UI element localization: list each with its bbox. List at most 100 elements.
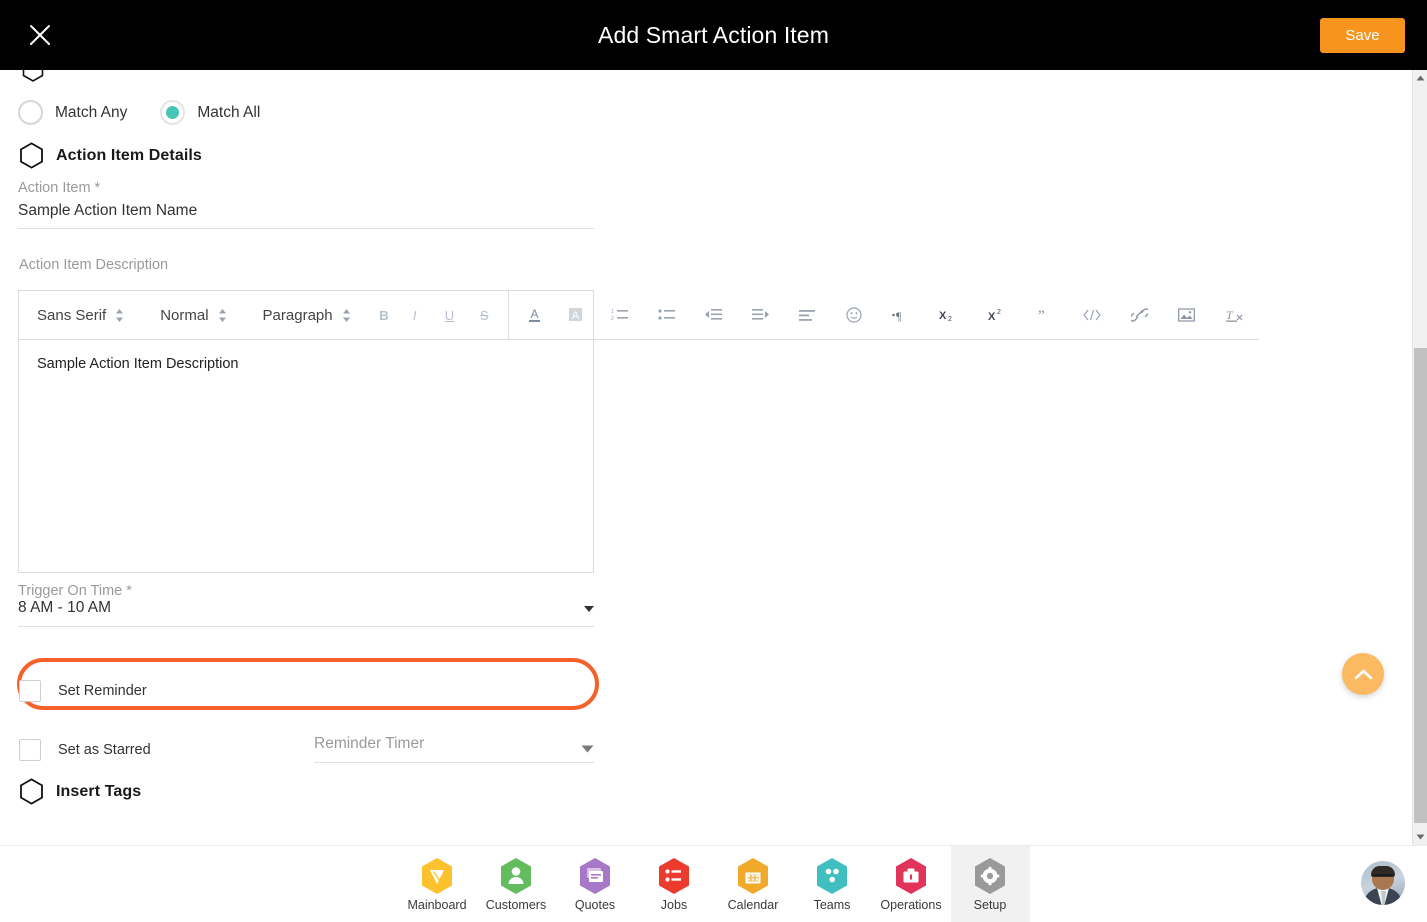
nav-label: Teams [813, 897, 851, 912]
link-icon[interactable] [1131, 302, 1149, 328]
set-reminder-label: Set Reminder [58, 683, 147, 699]
partial-row-above [0, 70, 1412, 82]
jobs-icon [657, 857, 691, 895]
image-icon[interactable] [1178, 302, 1195, 328]
action-item-label: Action Item * [18, 180, 101, 196]
nav-label: Jobs [660, 897, 688, 912]
nav-label: Setup [973, 897, 1007, 912]
action-item-description-editor: Sans Serif Normal Paragraph B I U S A A … [18, 290, 1259, 573]
form-scroll-area: Match Any Match All Action Item Details … [0, 70, 1412, 845]
match-mode-radio-group: Match Any Match All [18, 100, 293, 125]
emoji-icon[interactable] [846, 302, 862, 328]
text-color-icon[interactable]: A [526, 302, 543, 328]
radio-label-match-any: Match Any [55, 103, 128, 121]
operations-icon [894, 857, 928, 895]
radio-match-any[interactable]: Match Any [18, 100, 127, 125]
scroll-down-arrow-icon[interactable] [1413, 829, 1427, 845]
nav-item-quotes[interactable]: Quotes [556, 846, 635, 922]
scroll-to-top-button[interactable] [1342, 653, 1384, 695]
section-title: Action Item Details [56, 146, 202, 164]
editor-toolbar: Sans Serif Normal Paragraph B I U S A A … [19, 290, 1259, 340]
nav-label: Calendar [727, 897, 779, 912]
teams-icon [815, 857, 849, 895]
svg-text:A: A [572, 310, 580, 322]
svg-text:X: X [988, 311, 996, 322]
field-underline [18, 228, 594, 229]
save-button[interactable]: Save [1320, 18, 1405, 53]
vertical-scrollbar[interactable] [1412, 70, 1427, 845]
italic-icon[interactable]: I [409, 302, 420, 328]
field-underline [18, 626, 594, 627]
reminder-timer-placeholder: Reminder Timer [314, 735, 425, 752]
nav-label: Operations [880, 897, 942, 912]
section-insert-tags: Insert Tags [19, 778, 141, 805]
text-direction-icon[interactable]: ¶ [892, 302, 909, 328]
nav-item-customers[interactable]: Customers [477, 846, 556, 922]
avatar[interactable] [1361, 861, 1405, 905]
nav-item-jobs[interactable]: Jobs [635, 846, 714, 922]
svg-text:2: 2 [997, 309, 1001, 316]
editor-font-size-select[interactable]: Normal [160, 307, 226, 324]
customers-icon [499, 857, 533, 895]
svg-text:A: A [531, 307, 539, 321]
action-item-description-label: Action Item Description [19, 257, 169, 273]
nav-items-container: Mainboard Customers Quotes Jobs Calendar Team… [398, 845, 1030, 922]
radio-label-match-all: Match All [197, 103, 261, 121]
nav-item-operations[interactable]: Operations [872, 846, 951, 922]
underline-icon[interactable]: U [444, 302, 455, 328]
svg-text:2: 2 [611, 316, 614, 322]
nav-item-mainboard[interactable]: Mainboard [398, 846, 477, 922]
bullet-list-icon[interactable] [658, 302, 676, 328]
clear-format-icon[interactable]: T [1225, 302, 1244, 328]
font-family-value: Sans Serif [37, 306, 107, 324]
nav-label: Customers [485, 897, 547, 912]
svg-text:”: ” [1038, 308, 1045, 322]
radio-indicator-match-any [18, 100, 43, 125]
action-item-value[interactable]: Sample Action Item Name [18, 202, 594, 228]
background-color-icon[interactable]: A [567, 302, 584, 328]
radio-indicator-match-all [160, 100, 186, 125]
align-icon[interactable] [799, 302, 816, 328]
gear-icon [973, 857, 1007, 895]
updown-arrows-icon [342, 308, 350, 322]
reminder-timer-field[interactable]: Reminder Timer [314, 735, 594, 763]
page-title: Add Smart Action Item [598, 21, 829, 48]
nav-item-setup[interactable]: Setup [950, 845, 1030, 922]
add-smart-action-item-modal: Add Smart Action Item Save Match Any Mat… [0, 0, 1427, 922]
nav-label: Mainboard [407, 897, 467, 912]
ordered-list-icon[interactable]: 12 [611, 302, 629, 328]
editor-content[interactable]: Sample Action Item Description [19, 340, 595, 573]
indent-icon[interactable] [752, 302, 770, 328]
subscript-icon[interactable]: X2 [939, 302, 958, 328]
mainboard-icon [420, 857, 454, 895]
quotes-icon [578, 857, 612, 895]
editor-block-format-select[interactable]: Paragraph [263, 307, 351, 324]
blockquote-icon[interactable]: ” [1037, 302, 1053, 328]
hexagon-icon [20, 142, 43, 169]
chevron-down-icon[interactable] [581, 745, 594, 753]
svg-text:1: 1 [611, 309, 614, 315]
chevron-up-icon [1354, 669, 1372, 679]
editor-font-family-select[interactable]: Sans Serif [37, 307, 124, 324]
nav-item-teams[interactable]: Teams [793, 846, 872, 922]
scroll-up-arrow-icon[interactable] [1413, 70, 1427, 86]
set-as-starred-checkbox[interactable]: Set as Starred [19, 739, 151, 761]
section-title: Insert Tags [56, 782, 142, 800]
trigger-on-time-value[interactable]: 8 AM - 10 AM [18, 599, 111, 617]
outdent-icon[interactable] [705, 302, 723, 328]
svg-text:¶: ¶ [896, 309, 902, 322]
action-item-field[interactable]: Action Item * Sample Action Item Name [18, 180, 594, 229]
trigger-on-time-field[interactable]: Trigger On Time * 8 AM - 10 AM [18, 583, 594, 627]
hexagon-icon [22, 70, 44, 82]
strikethrough-icon[interactable]: S [479, 302, 490, 328]
code-block-icon[interactable] [1083, 302, 1101, 328]
chevron-down-icon[interactable] [584, 606, 594, 612]
radio-match-all[interactable]: Match All [160, 100, 260, 125]
bold-icon[interactable]: B [379, 302, 390, 328]
scrollbar-thumb[interactable] [1414, 348, 1427, 823]
editor-box: Sans Serif Normal Paragraph B I U S A A … [18, 290, 1259, 573]
checkbox-indicator [19, 739, 41, 761]
set-reminder-checkbox[interactable]: Set Reminder [19, 680, 147, 702]
superscript-icon[interactable]: X2 [988, 302, 1007, 328]
nav-item-calendar[interactable]: Calendar [714, 846, 793, 922]
